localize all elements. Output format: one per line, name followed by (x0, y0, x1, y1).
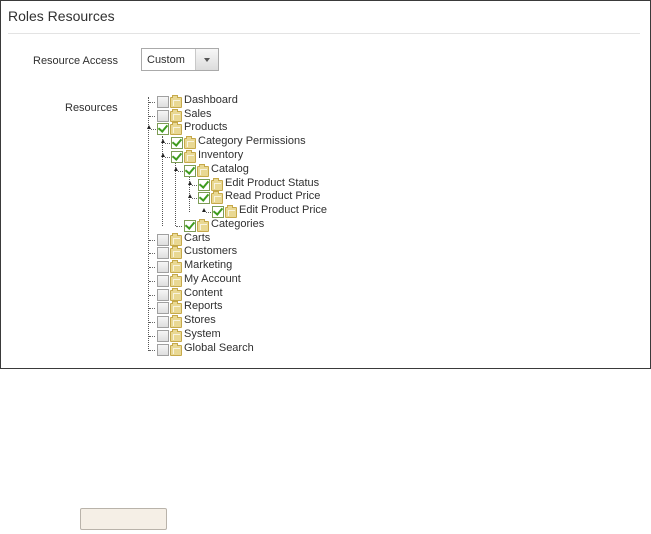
expand-arrow-icon[interactable] (188, 193, 197, 202)
tree-node-checkbox[interactable] (184, 165, 196, 177)
folder-icon (170, 301, 182, 314)
folder-icon (211, 178, 223, 191)
tree-node-checkbox[interactable] (157, 96, 169, 108)
tree-node-checkbox[interactable] (157, 234, 169, 246)
folder-icon (197, 164, 209, 177)
tree-connector (147, 331, 156, 340)
tree-node-label[interactable]: Read Product Price (225, 190, 320, 202)
tree-node-checkbox[interactable] (157, 247, 169, 259)
expand-arrow-icon[interactable] (202, 207, 211, 216)
tree-node-checkbox[interactable] (157, 316, 169, 328)
tree-node-label[interactable]: Category Permissions (198, 135, 306, 147)
tree-node-label[interactable]: Stores (184, 314, 216, 326)
tree-node-checkbox[interactable] (157, 330, 169, 342)
tree-node-label[interactable]: Global Search (184, 342, 254, 354)
folder-icon (170, 260, 182, 273)
tree-node-label[interactable]: Products (184, 121, 227, 133)
folder-icon (170, 109, 182, 122)
tree-node-label[interactable]: Carts (184, 232, 210, 244)
tree-guide-line (162, 136, 163, 226)
folder-icon (170, 329, 182, 342)
tree-node-checkbox[interactable] (157, 123, 169, 135)
folder-icon (225, 205, 237, 218)
tree-node-label[interactable]: Inventory (198, 149, 243, 161)
tree-connector (147, 276, 156, 285)
folder-icon (170, 288, 182, 301)
tree-connector (147, 317, 156, 326)
folder-icon (170, 95, 182, 108)
expand-arrow-icon[interactable] (188, 180, 197, 189)
tree-node-label[interactable]: Edit Product Price (239, 204, 327, 216)
tree-node-checkbox[interactable] (157, 302, 169, 314)
tree-node-checkbox[interactable] (198, 192, 210, 204)
tree-guide-line (148, 97, 149, 351)
tree-node-checkbox[interactable] (157, 261, 169, 273)
tree-node-checkbox[interactable] (157, 110, 169, 122)
tree-node-checkbox[interactable] (157, 275, 169, 287)
folder-icon (184, 150, 196, 163)
tree-node-checkbox[interactable] (171, 137, 183, 149)
tree-node-checkbox[interactable] (157, 344, 169, 356)
tree-node-label[interactable]: Reports (184, 300, 223, 312)
tree-connector (147, 111, 156, 120)
tree-connector (147, 303, 156, 312)
tree-node-label[interactable]: Sales (184, 108, 212, 120)
tree-node-label[interactable]: Customers (184, 245, 237, 257)
tree-connector (174, 221, 183, 230)
tree-connector (147, 235, 156, 244)
tree-connector (147, 97, 156, 106)
resource-tree: Dashboard Sales Products Category Permissio… (1, 1, 651, 368)
expand-arrow-icon[interactable] (161, 138, 170, 147)
tree-node-label[interactable]: Marketing (184, 259, 232, 271)
tree-node-checkbox[interactable] (157, 289, 169, 301)
folder-icon (170, 343, 182, 356)
tree-node-label[interactable]: System (184, 328, 221, 340)
expand-arrow-icon[interactable] (147, 124, 156, 133)
tree-connector (147, 248, 156, 257)
tree-node-label[interactable]: Categories (211, 218, 264, 230)
tree-node-label[interactable]: Edit Product Status (225, 177, 319, 189)
tree-node-checkbox[interactable] (212, 206, 224, 218)
folder-icon (170, 233, 182, 246)
tree-node-checkbox[interactable] (184, 220, 196, 232)
folder-icon (211, 191, 223, 204)
tree-node-label[interactable]: Catalog (211, 163, 249, 175)
folder-icon (170, 315, 182, 328)
expand-arrow-icon[interactable] (174, 166, 183, 175)
save-button[interactable] (80, 508, 167, 530)
folder-icon (170, 274, 182, 287)
folder-icon (184, 136, 196, 149)
tree-node-checkbox[interactable] (198, 179, 210, 191)
tree-node-checkbox[interactable] (171, 151, 183, 163)
folder-icon (197, 219, 209, 232)
folder-icon (170, 122, 182, 135)
folder-icon (170, 246, 182, 259)
tree-connector (147, 290, 156, 299)
expand-arrow-icon[interactable] (161, 152, 170, 161)
roles-resources-panel: Roles Resources Resource Access Custom R… (0, 0, 651, 369)
tree-connector (147, 345, 156, 354)
tree-node-label[interactable]: Content (184, 287, 223, 299)
tree-connector (147, 262, 156, 271)
tree-node-label[interactable]: My Account (184, 273, 241, 285)
tree-node-label[interactable]: Dashboard (184, 94, 238, 106)
